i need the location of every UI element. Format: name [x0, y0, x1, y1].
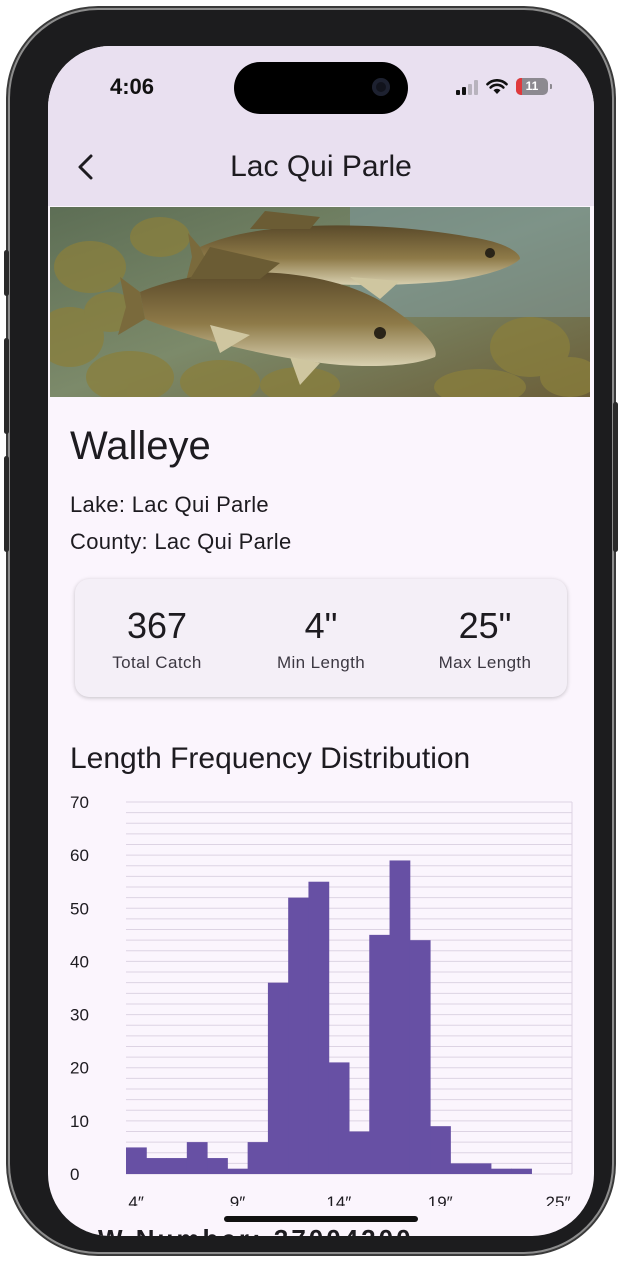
stat-label: Max Length — [438, 653, 532, 672]
stat-min-length: 4" Min Length — [239, 579, 403, 697]
y-tick-label: 10 — [70, 1112, 89, 1131]
action-button — [4, 250, 9, 296]
footer-partial-text: W Number: 37004200 — [98, 1224, 414, 1236]
length-frequency-chart: 0 10 20 30 40 50 60 70 4″ 9″ 14″ 19″ 25″ — [70, 793, 573, 1206]
x-tick-label: 9″ — [230, 1193, 245, 1206]
chart-y-ticks: 0 10 20 30 40 50 60 70 — [70, 793, 89, 1184]
phone-frame: 4:06 11 Lac Qui Parle Walleye Lake: Lac … — [4, 10, 618, 1252]
bar-11 — [267, 982, 289, 1174]
stat-total-catch: 367 Total Catch — [75, 579, 239, 697]
bar-10 — [247, 1142, 269, 1174]
bar-21 — [470, 1163, 492, 1174]
county-value: Lac Qui Parle — [154, 529, 292, 554]
bar-15 — [349, 1131, 370, 1174]
y-tick-label: 50 — [70, 899, 89, 918]
bar-8 — [207, 1158, 228, 1174]
county-label: County: — [70, 529, 148, 554]
y-tick-label: 0 — [70, 1165, 79, 1184]
y-tick-label: 30 — [70, 1006, 89, 1025]
lake-label: Lake: — [70, 492, 126, 517]
lake-value: Lac Qui Parle — [131, 492, 269, 517]
status-time: 4:06 — [110, 74, 155, 99]
camera-icon — [372, 78, 390, 96]
bar-20 — [450, 1163, 472, 1174]
x-tick-label: 25″ — [546, 1193, 571, 1206]
wifi-icon — [486, 78, 508, 94]
y-tick-label: 40 — [70, 952, 89, 971]
status-icons: 11 — [456, 78, 552, 95]
cellular-signal-icon — [456, 79, 478, 95]
x-tick-label: 14″ — [326, 1193, 351, 1206]
stat-value: 4" — [304, 605, 338, 646]
bar-7 — [186, 1142, 208, 1174]
chart-x-ticks: 4″ 9″ 14″ 19″ 25″ — [128, 1193, 570, 1206]
y-tick-label: 70 — [70, 793, 89, 812]
bar-14 — [328, 1062, 350, 1174]
stat-value: 367 — [126, 605, 188, 646]
bar-6 — [166, 1158, 188, 1174]
y-tick-label: 60 — [70, 846, 89, 865]
page-title: Lac Qui Parle — [230, 150, 412, 183]
battery-icon: 11 — [516, 78, 552, 95]
power-button — [613, 402, 618, 552]
volume-up-button — [4, 338, 9, 434]
walleye-image — [50, 207, 590, 397]
bar-17 — [389, 860, 411, 1174]
section-title: Length Frequency Distribution — [70, 742, 471, 775]
stats-card: 367 Total Catch 4" Min Length 25" Max Le… — [75, 579, 567, 697]
bar-23 — [511, 1168, 532, 1174]
bar-12 — [288, 897, 309, 1174]
screen: 4:06 11 Lac Qui Parle Walleye Lake: Lac … — [48, 46, 594, 1236]
bar-19 — [430, 1126, 451, 1174]
stat-label: Min Length — [276, 653, 366, 672]
species-name: Walleye — [70, 424, 211, 468]
bar-13 — [308, 881, 330, 1174]
dynamic-island — [234, 62, 408, 114]
bar-16 — [369, 934, 391, 1174]
bar-22 — [490, 1168, 512, 1174]
home-indicator[interactable] — [224, 1216, 418, 1222]
x-tick-label: 4″ — [128, 1193, 143, 1206]
volume-down-button — [4, 456, 9, 552]
x-tick-label: 19″ — [428, 1193, 453, 1206]
stat-max-length: 25" Max Length — [403, 579, 567, 697]
bar-4 — [126, 1147, 147, 1174]
bar-9 — [227, 1168, 249, 1174]
lake-info: Lake: Lac Qui Parle — [70, 492, 269, 518]
stat-value: 25" — [458, 605, 512, 646]
y-tick-label: 20 — [70, 1059, 89, 1078]
bar-5 — [146, 1158, 168, 1174]
county-info: County: Lac Qui Parle — [70, 529, 292, 555]
stat-label: Total Catch — [112, 653, 202, 672]
bar-18 — [409, 940, 431, 1174]
